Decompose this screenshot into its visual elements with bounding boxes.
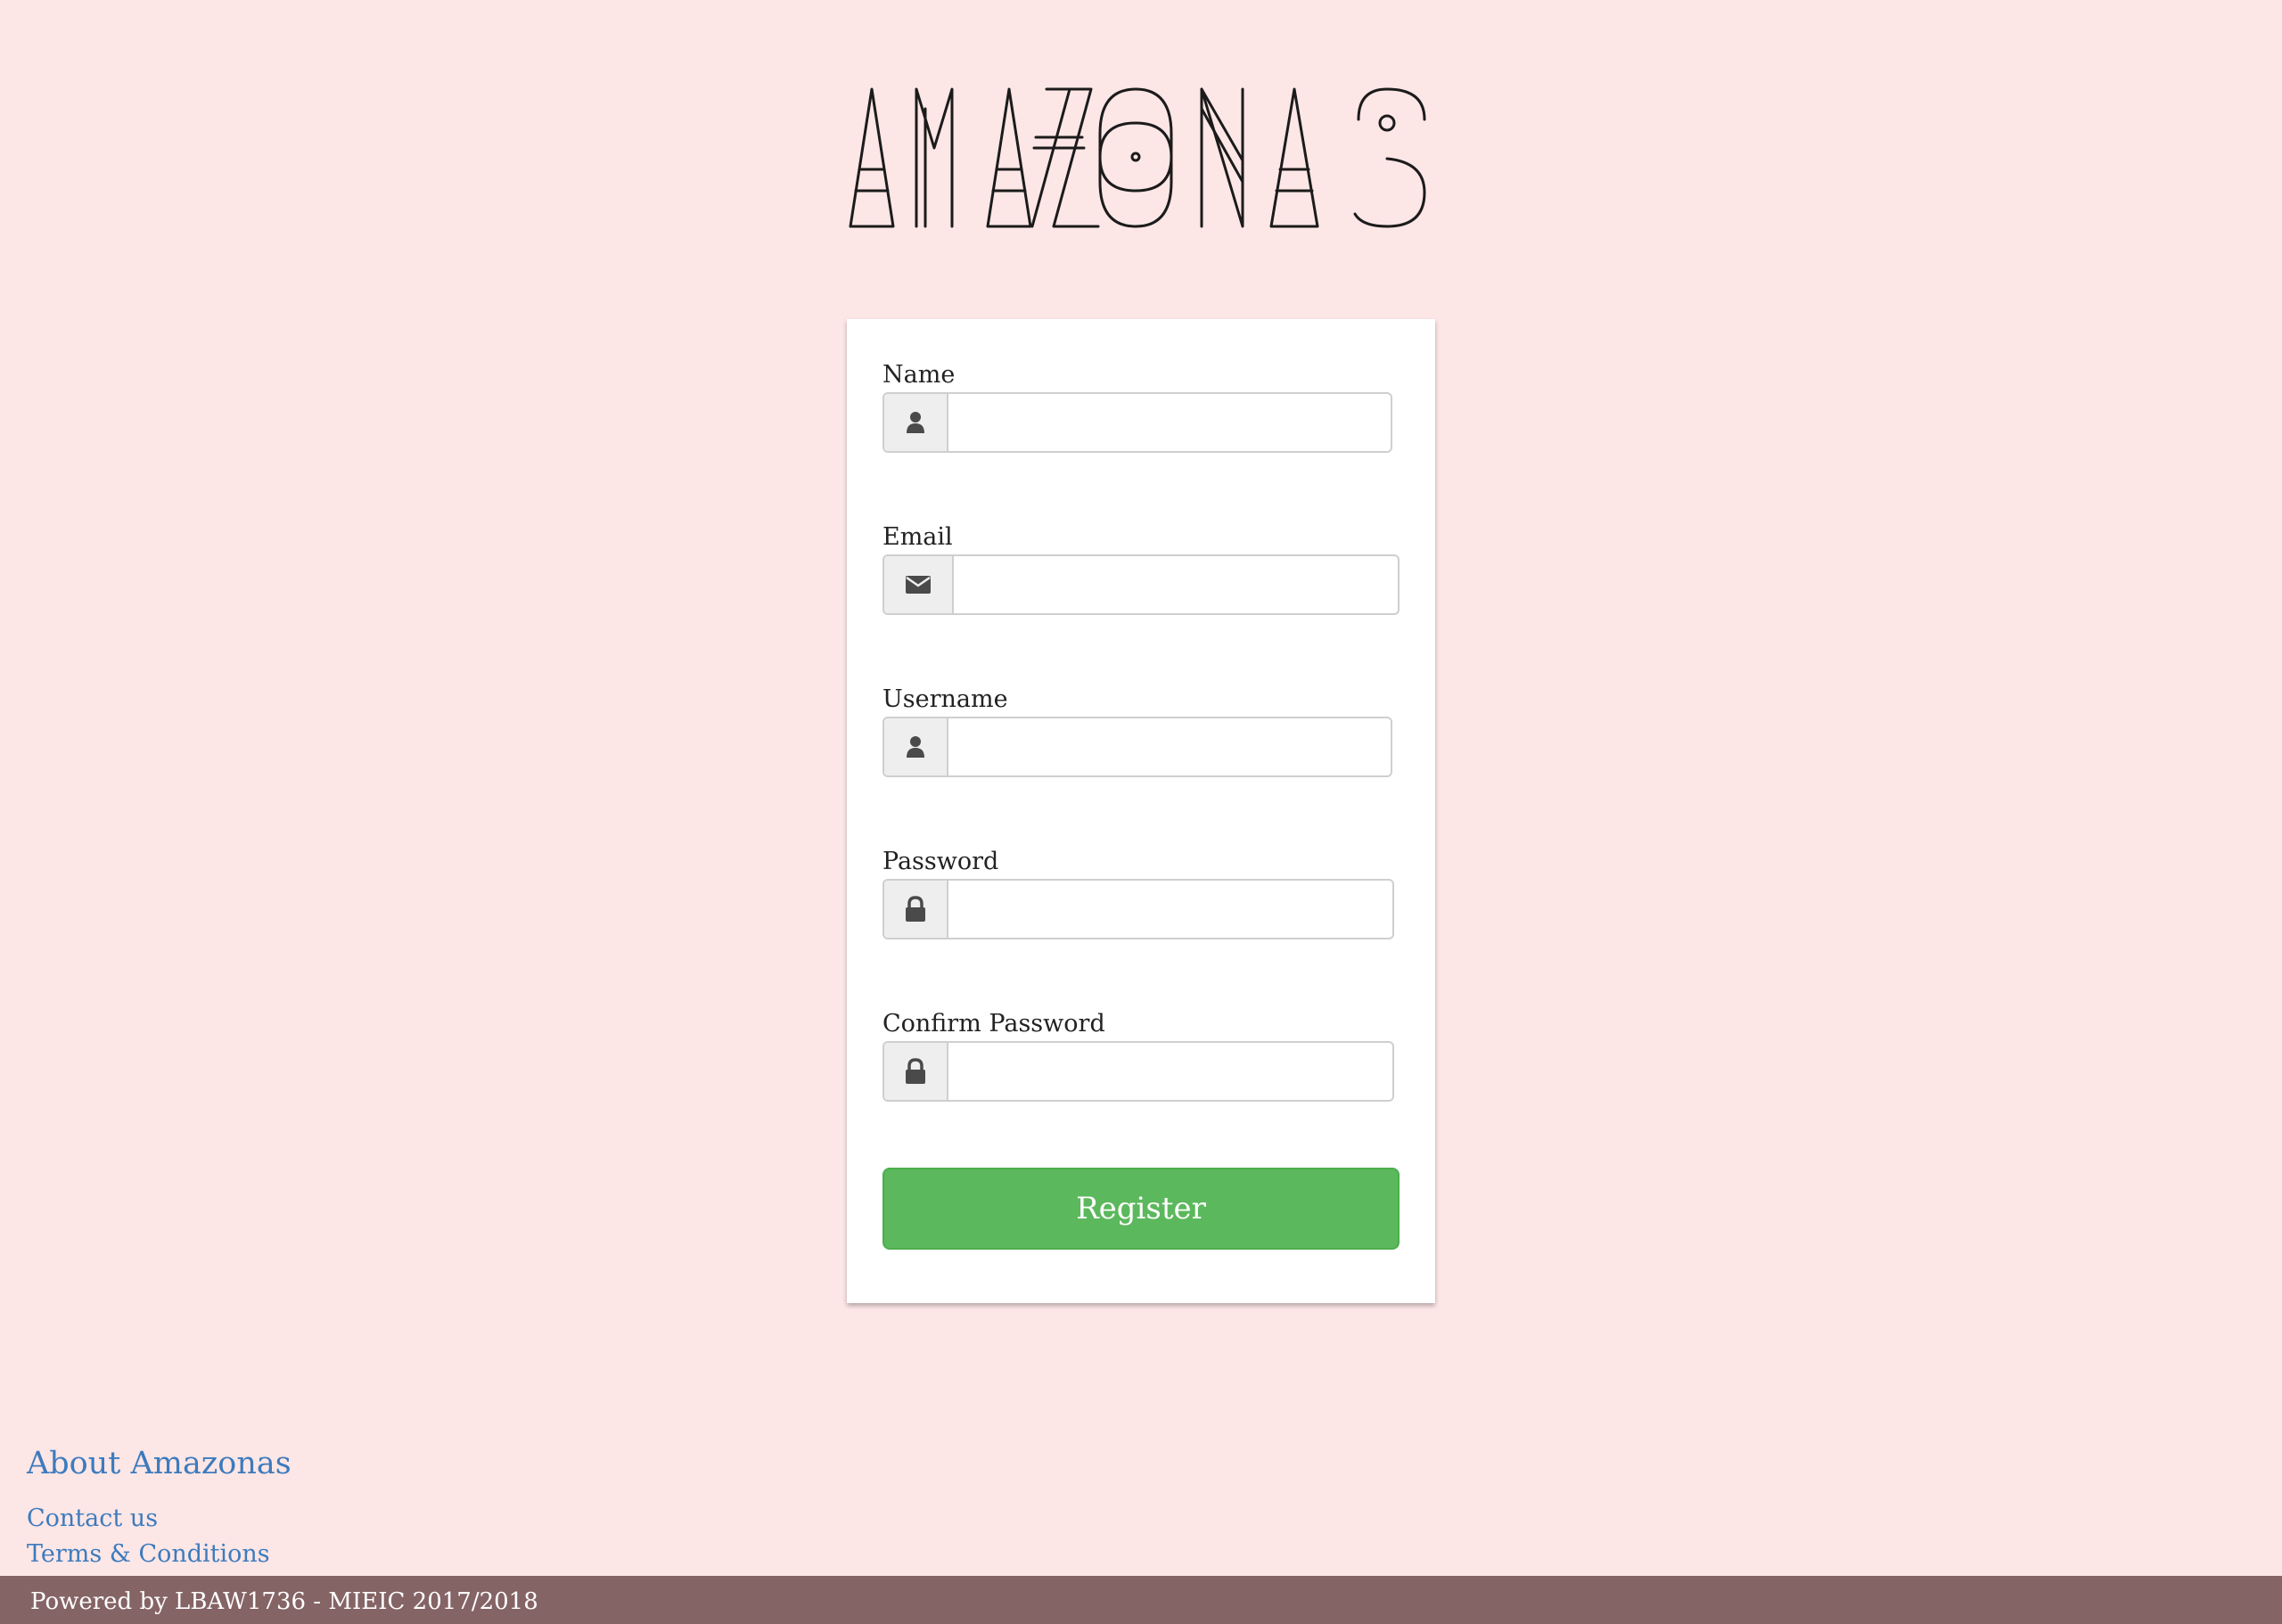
email-input-group [882, 554, 1400, 615]
terms-conditions-link[interactable]: Terms & Conditions [27, 1540, 270, 1568]
username-input-group [882, 717, 1392, 777]
logo-graphic [849, 87, 1426, 228]
password-input[interactable] [948, 881, 1392, 938]
amazonas-logo[interactable] [849, 84, 1433, 234]
name-input[interactable] [948, 394, 1391, 451]
envelope-icon [884, 556, 954, 613]
powered-by-text: Powered by LBAW1736 - MIEIC 2017/2018 [30, 1588, 538, 1615]
confirm-password-label: Confirm Password [882, 1010, 1105, 1038]
password-label: Password [882, 848, 999, 875]
lock-icon [884, 1043, 948, 1100]
register-button[interactable]: Register [882, 1168, 1400, 1250]
name-label: Name [882, 361, 956, 389]
password-input-group [882, 879, 1394, 939]
confirm-password-input-group [882, 1041, 1394, 1102]
register-card: Name Email Username Password Confirm Pas… [847, 319, 1435, 1303]
user-icon [884, 718, 948, 775]
user-icon [884, 394, 948, 451]
contact-us-link[interactable]: Contact us [27, 1505, 158, 1532]
email-input[interactable] [954, 556, 1398, 613]
confirm-password-input[interactable] [948, 1043, 1392, 1100]
username-label: Username [882, 685, 1008, 713]
about-amazonas-heading: About Amazonas [27, 1446, 291, 1481]
lock-icon [884, 881, 948, 938]
email-label: Email [882, 523, 953, 551]
name-input-group [882, 392, 1392, 453]
username-input[interactable] [948, 718, 1391, 775]
footer-bar: Powered by LBAW1736 - MIEIC 2017/2018 [0, 1576, 2282, 1624]
